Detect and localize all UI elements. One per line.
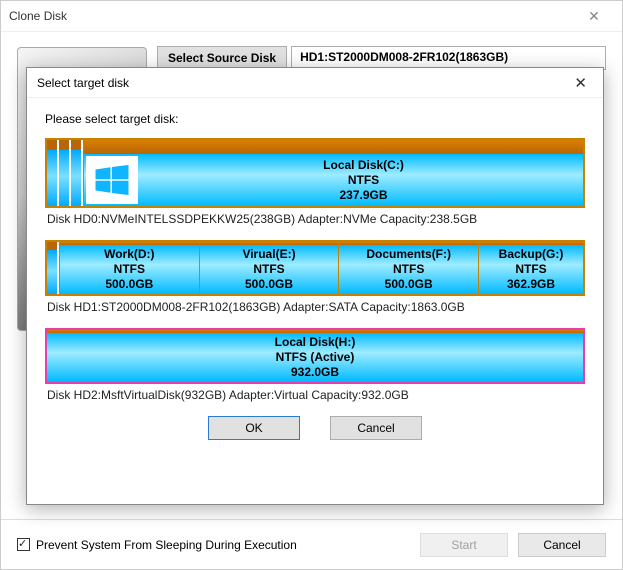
disk-caption: Disk HD1:ST2000DM008-2FR102(1863GB) Adap… [47,300,585,314]
close-icon[interactable]: ✕ [568,74,593,92]
partition-size: 500.0GB [385,277,433,292]
partition-fs: NTFS [515,262,546,277]
partition-fs: NTFS [348,173,379,188]
disk-block: Work(D:) NTFS 500.0GB Virual(E:) NTFS 50… [45,240,585,314]
window-title: Clone Disk [9,9,67,23]
dialog-title: Select target disk [37,76,129,90]
checkbox-icon [17,538,30,551]
partition[interactable]: Virual(E:) NTFS 500.0GB [199,242,339,294]
partition-fs: NTFS [253,262,284,277]
disk-bar-hd1[interactable]: Work(D:) NTFS 500.0GB Virual(E:) NTFS 50… [45,240,585,296]
reserved-strip [47,140,57,206]
partition[interactable]: Work(D:) NTFS 500.0GB [59,242,199,294]
reserved-strip [47,242,57,294]
clone-disk-window: Clone Disk ✕ Select Source Disk HD1:ST20… [0,0,623,570]
reserved-strip [71,140,81,206]
partition-name: Local Disk(C:) [323,158,404,173]
disk-caption: Disk HD0:NVMeINTELSSDPEKKW25(238GB) Adap… [47,212,585,226]
partition-size: 932.0GB [291,365,339,380]
source-bar: Select Source Disk HD1:ST2000DM008-2FR10… [157,32,622,70]
partition-name: Local Disk(H:) [275,335,356,350]
partition-fs: NTFS [114,262,145,277]
partition-name: Backup(G:) [499,247,564,262]
disk-bar-hd2[interactable]: Local Disk(H:) NTFS (Active) 932.0GB [45,328,585,384]
disk-block: Local Disk(H:) NTFS (Active) 932.0GB Dis… [45,328,585,402]
partition-size: 500.0GB [105,277,153,292]
ok-button[interactable]: OK [208,416,300,440]
start-button: Start [420,533,508,557]
partition-size: 500.0GB [245,277,293,292]
dialog-cancel-button[interactable]: Cancel [330,416,422,440]
partition-fs: NTFS [393,262,424,277]
partition-fs: NTFS (Active) [276,350,355,365]
partition[interactable]: Local Disk(H:) NTFS (Active) 932.0GB [47,330,583,382]
close-icon[interactable]: ✕ [574,8,614,25]
partition[interactable]: Documents(F:) NTFS 500.0GB [338,242,478,294]
prevent-sleep-label: Prevent System From Sleeping During Exec… [36,538,297,552]
window-bottom-bar: Prevent System From Sleeping During Exec… [1,519,622,569]
partition[interactable]: Local Disk(C:) NTFS 237.9GB [83,140,583,206]
partition-name: Documents(F:) [366,247,451,262]
partition-name: Work(D:) [104,247,154,262]
disk-bar-hd0[interactable]: Local Disk(C:) NTFS 237.9GB [45,138,585,208]
dialog-message: Please select target disk: [45,112,585,126]
cancel-button[interactable]: Cancel [518,533,606,557]
prevent-sleep-checkbox[interactable]: Prevent System From Sleeping During Exec… [17,538,297,552]
window-titlebar: Clone Disk ✕ [1,1,622,31]
select-target-disk-dialog: Select target disk ✕ Please select targe… [26,67,604,505]
disk-caption: Disk HD2:MsftVirtualDisk(932GB) Adapter:… [47,388,585,402]
dialog-titlebar: Select target disk ✕ [27,68,603,98]
disk-block: Local Disk(C:) NTFS 237.9GB Disk HD0:NVM… [45,138,585,226]
partition-size: 362.9GB [507,277,555,292]
partition-name: Virual(E:) [242,247,295,262]
dialog-button-row: OK Cancel [45,416,585,440]
windows-logo-icon [86,156,138,204]
reserved-strip [59,140,69,206]
partition[interactable]: Backup(G:) NTFS 362.9GB [478,242,583,294]
partition-size: 237.9GB [339,188,387,203]
